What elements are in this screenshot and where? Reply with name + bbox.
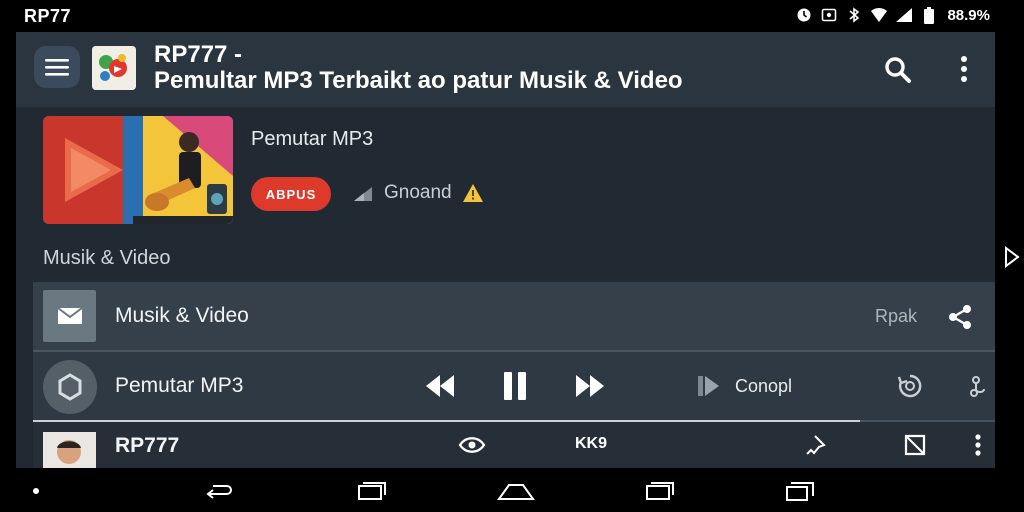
- app-bar: RP777 - Pemultar MP3 Terbaikt ao patur M…: [16, 32, 995, 107]
- player-thumbnail: [43, 360, 97, 414]
- track-title: Pemutar MP3: [251, 128, 374, 150]
- meta-label: Gnoand: [384, 182, 452, 203]
- play-outline-icon: [1005, 246, 1020, 268]
- app-window: RP777 - Pemultar MP3 Terbaikt ao patur M…: [16, 32, 995, 468]
- crop-icon: [904, 434, 926, 456]
- share-icon: [949, 305, 971, 329]
- overflow-menu-button[interactable]: [952, 52, 976, 86]
- list-item-label: RP777: [115, 434, 180, 457]
- back-button[interactable]: [202, 480, 234, 502]
- search-icon: [885, 57, 911, 83]
- search-button[interactable]: [882, 54, 914, 86]
- list-item-center-label: KK9: [575, 435, 608, 452]
- signal-bars-icon: [354, 187, 372, 201]
- recents-icon: [358, 482, 386, 500]
- replay-button[interactable]: [895, 371, 925, 401]
- recents-button[interactable]: [356, 480, 388, 502]
- view-button[interactable]: [457, 432, 487, 458]
- more-vert-icon: [961, 56, 967, 82]
- folder-thumbnail: [43, 290, 96, 342]
- back-icon: [206, 485, 232, 499]
- signal-icon: [895, 6, 913, 24]
- skip-next-button[interactable]: [695, 372, 723, 400]
- more-vert-icon: [975, 434, 981, 456]
- envelope-icon: [56, 307, 83, 324]
- pause-button[interactable]: [501, 370, 529, 402]
- list-item-player[interactable]: Pemutar MP3 Conopl: [33, 352, 995, 420]
- album-art[interactable]: [43, 116, 233, 224]
- skip-next-icon: [698, 376, 719, 396]
- recents-icon: [646, 482, 674, 500]
- switch-app-button[interactable]: [644, 480, 676, 502]
- battery-percentage: 88.9%: [947, 6, 990, 24]
- app-title: RP777 - Pemultar MP3 Terbaikt ao patur M…: [154, 42, 794, 94]
- bluetooth-icon: [845, 6, 863, 24]
- rewind-icon: [426, 375, 454, 397]
- player-trailing-label: Conopl: [735, 376, 793, 396]
- system-nav-bar: [0, 468, 1024, 512]
- crop-button[interactable]: [901, 432, 929, 458]
- avatar: [43, 432, 96, 468]
- status-icons: 88.9%: [795, 6, 990, 24]
- list-item-label: Musik & Video: [115, 304, 249, 327]
- share-button[interactable]: [945, 302, 975, 332]
- fast-forward-button[interactable]: [573, 371, 607, 401]
- multi-window-button[interactable]: [784, 480, 816, 502]
- status-badge[interactable]: ABPUS: [251, 177, 331, 211]
- equalizer-icon: [970, 376, 985, 397]
- eye-icon: [458, 437, 486, 453]
- list-item-trailing: Rpak: [875, 306, 918, 326]
- app-title-line-2: Pemultar MP3 Terbaikt ao patur Musik & V…: [154, 67, 683, 94]
- track-meta: Gnoand: [352, 182, 484, 204]
- list-item-musik-video[interactable]: Musik & Video Rpak: [33, 282, 995, 350]
- list-item-label: Pemutar MP3: [115, 374, 244, 397]
- cast-icon: [820, 6, 838, 24]
- battery-icon: [920, 6, 938, 24]
- app-logo: [92, 46, 136, 90]
- edge-panel-handle[interactable]: [1000, 244, 1024, 270]
- alarm-icon: [795, 6, 813, 24]
- row-overflow-button[interactable]: [969, 431, 987, 459]
- warning-icon: [462, 184, 483, 202]
- pause-icon: [504, 372, 526, 400]
- status-bar: RP77 88.9%: [0, 0, 1024, 32]
- home-icon: [497, 484, 535, 500]
- equalizer-button[interactable]: [965, 372, 991, 400]
- fast-forward-icon: [576, 375, 604, 397]
- app-title-line-1: RP777 -: [154, 41, 243, 68]
- pin-button[interactable]: [803, 432, 831, 458]
- home-button[interactable]: [496, 480, 536, 502]
- replay-icon: [897, 374, 922, 398]
- dot-icon: [30, 480, 42, 502]
- multi-window-icon: [786, 482, 814, 501]
- list-item-rp777[interactable]: RP777 KK9: [33, 422, 995, 468]
- wifi-icon: [870, 6, 888, 24]
- hamburger-icon: [45, 59, 69, 76]
- pin-icon: [806, 435, 826, 455]
- rewind-button[interactable]: [423, 371, 457, 401]
- menu-button[interactable]: [34, 46, 80, 88]
- carrier-label: RP77: [24, 6, 72, 26]
- section-header: Musik & Video: [43, 247, 171, 269]
- settings-icon: [58, 373, 82, 401]
